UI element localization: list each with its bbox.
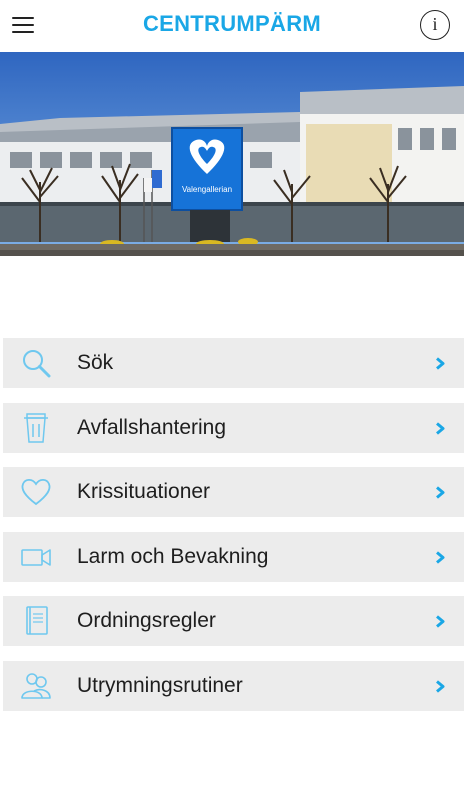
menu-item-label: Ordningsregler	[77, 609, 216, 633]
search-icon	[23, 350, 51, 378]
menu-item-krissituationer[interactable]: Krissituationer	[3, 467, 464, 518]
trash-icon	[24, 412, 48, 443]
menu-item-avfallshantering[interactable]: Avfallshantering	[3, 402, 464, 453]
heart-icon	[21, 479, 51, 506]
people-icon	[21, 673, 51, 699]
menu-item-label: Larm och Bevakning	[77, 544, 269, 568]
chevron-right-icon	[436, 615, 445, 629]
chevron-right-icon	[436, 486, 445, 499]
info-icon[interactable]: i	[420, 10, 450, 40]
chevron-right-icon	[436, 357, 445, 370]
menu-item-sok[interactable]: Sök	[3, 338, 464, 388]
menu-item-label: Krissituationer	[77, 480, 211, 504]
app-title: CENTRUMPÄRM	[142, 11, 322, 36]
menu-item-label: Sök	[77, 351, 114, 374]
menu-item-label: Utrymningsrutiner	[77, 673, 243, 697]
book-icon	[26, 606, 48, 636]
video-camera-icon	[21, 548, 51, 566]
menu-item-utrymningsrutiner[interactable]: Utrymningsrutiner	[3, 660, 464, 711]
menu-list: Sök Avfallshantering Krissituationer Lar…	[3, 338, 464, 726]
menu-item-larm-och-bevakning[interactable]: Larm och Bevakning	[3, 531, 464, 582]
chevron-right-icon	[436, 421, 445, 435]
hero-image: Valengallerian	[0, 52, 464, 256]
app-header: CENTRUMPÄRM i	[0, 0, 464, 52]
chevron-right-icon	[436, 551, 445, 564]
menu-item-label: Avfallshantering	[77, 415, 227, 439]
chevron-right-icon	[436, 680, 445, 693]
menu-item-ordningsregler[interactable]: Ordningsregler	[3, 596, 464, 647]
sign-text: Valengallerian	[182, 185, 232, 194]
